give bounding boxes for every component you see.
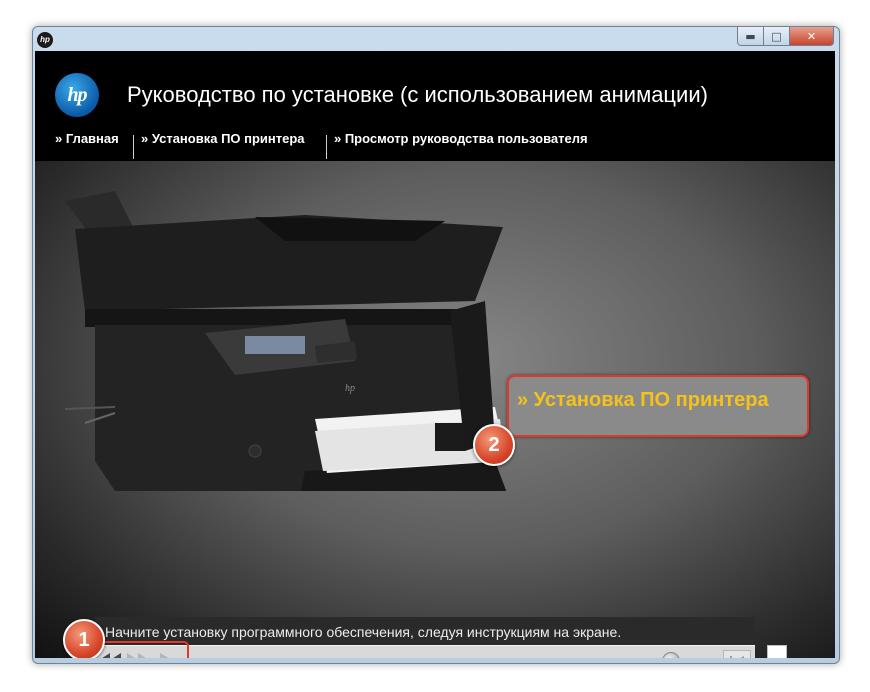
- app-header: hp Руководство по установке (с использов…: [35, 51, 835, 131]
- step-badge-1: 1: [63, 619, 105, 658]
- install-software-callout[interactable]: » Установка ПО принтера: [507, 375, 809, 437]
- caption-bar: Начните установку программного обеспечен…: [95, 617, 755, 645]
- page-title: Руководство по установке (с использовани…: [127, 82, 708, 107]
- nav-divider: [326, 135, 327, 159]
- nav-divider: [133, 135, 134, 159]
- window-controls: ▬ □ ✕: [737, 27, 834, 46]
- hp-logo-icon: hp: [55, 73, 99, 117]
- maximize-button[interactable]: □: [764, 27, 790, 46]
- hp-app-icon: hp: [37, 32, 53, 48]
- callout-label: » Установка ПО принтера: [517, 389, 769, 411]
- playback-controls: [95, 645, 755, 658]
- svg-text:hp: hp: [345, 383, 355, 394]
- installer-window: hp ▬ □ ✕ hp Руководство по установке (с …: [32, 26, 840, 664]
- title-bar[interactable]: hp ▬ □ ✕: [33, 27, 839, 51]
- fullscreen-toggle[interactable]: [767, 645, 787, 658]
- close-button[interactable]: ✕: [790, 27, 834, 46]
- nav-bar: » Главная » Установка ПО принтера » Прос…: [35, 131, 835, 161]
- nav-item-home[interactable]: » Главная: [55, 131, 119, 159]
- progress-thumb[interactable]: [662, 652, 681, 658]
- caption-text: Начните установку программного обеспечен…: [105, 624, 622, 640]
- animation-stage: hp » Установка ПО принтера 2 Начните уст…: [35, 161, 835, 658]
- step-badge-2: 2: [473, 424, 515, 466]
- nav-item-install-software[interactable]: » Установка ПО принтера: [141, 131, 305, 159]
- printer-image: hp: [64, 191, 507, 491]
- app-content: hp Руководство по установке (с использов…: [35, 51, 835, 658]
- skip-to-end-icon[interactable]: [723, 650, 751, 658]
- nav-item-user-guide[interactable]: » Просмотр руководства пользователя: [334, 131, 588, 159]
- minimize-button[interactable]: ▬: [737, 27, 764, 46]
